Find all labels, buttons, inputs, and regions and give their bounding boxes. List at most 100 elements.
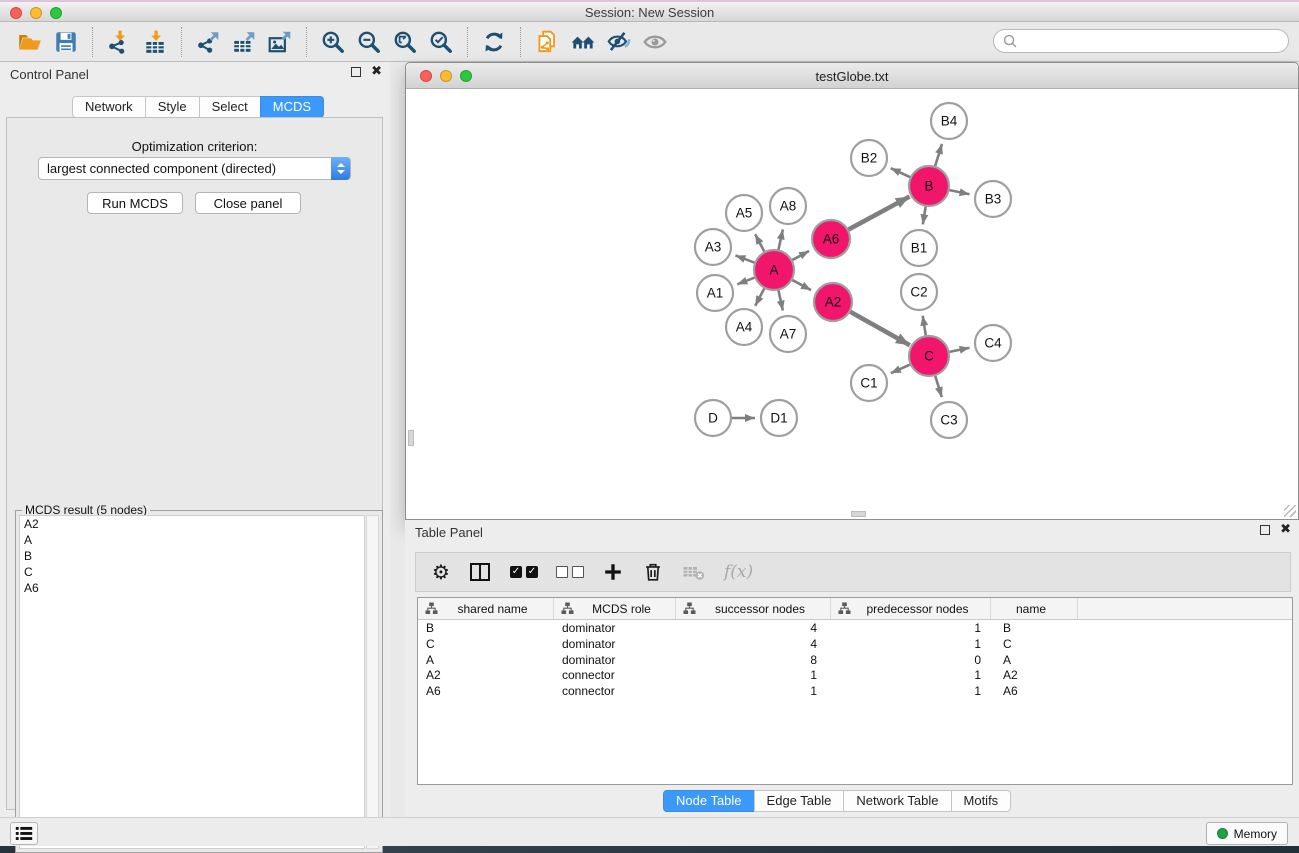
graph-edge-A-A8[interactable] <box>778 229 783 251</box>
graph-node-A6[interactable]: A6 <box>812 220 850 258</box>
duplicate-network-button[interactable] <box>529 26 565 58</box>
export-image-button[interactable] <box>262 26 298 58</box>
tab-node-table[interactable]: Node Table <box>663 790 755 812</box>
graph-edge-A-A1[interactable] <box>737 277 756 284</box>
graph-edge-C-C4[interactable] <box>948 348 970 352</box>
table-settings-button[interactable]: ⚙ <box>432 559 450 585</box>
graph-node-D[interactable]: D <box>695 400 731 436</box>
run-mcds-button[interactable]: Run MCDS <box>87 192 183 214</box>
split-columns-button[interactable] <box>468 559 492 585</box>
home-button[interactable] <box>565 26 601 58</box>
table-row[interactable]: A2connector11A2 <box>418 667 1292 683</box>
import-table-button[interactable] <box>137 26 173 58</box>
graph-node-D1[interactable]: D1 <box>761 400 797 436</box>
graph-node-B3[interactable]: B3 <box>975 181 1011 217</box>
graph-edge-C-C2[interactable] <box>923 316 926 338</box>
select-all-columns-button[interactable]: ✓✓ <box>510 559 538 585</box>
hide-selected-button[interactable] <box>601 26 637 58</box>
graph-edge-A-A7[interactable] <box>778 289 783 311</box>
zoom-out-button[interactable] <box>351 26 387 58</box>
table-row[interactable]: A6connector11A6 <box>418 683 1292 699</box>
graph-edge-B-B3[interactable] <box>948 190 970 194</box>
resize-grip[interactable] <box>1284 505 1296 517</box>
tab-mcds[interactable]: MCDS <box>260 96 324 118</box>
graph-edge-B-B2[interactable] <box>891 168 912 178</box>
graph-edge-A-A3[interactable] <box>735 255 756 263</box>
save-session-button[interactable] <box>48 26 84 58</box>
criterion-dropdown[interactable]: largest connected component (directed) <box>38 157 351 180</box>
column-header[interactable]: predecessor nodes <box>831 598 991 619</box>
zoom-in-button[interactable] <box>315 26 351 58</box>
zoom-selected-button[interactable] <box>423 26 459 58</box>
graph-node-A1[interactable]: A1 <box>697 275 733 311</box>
search-field[interactable] <box>993 29 1289 53</box>
graph-edge-A-A4[interactable] <box>755 287 765 306</box>
table-row[interactable]: Bdominator41B <box>418 620 1292 636</box>
graph-node-A3[interactable]: A3 <box>695 229 731 265</box>
network-canvas[interactable]: A A1 A2 A3 A4 A5 A6 A7 A8 B B1 B2 B3 B4 C C1 C2 C3 C4 D D1 <box>407 89 1297 518</box>
graph-node-B[interactable]: B <box>909 166 949 206</box>
export-network-button[interactable] <box>190 26 226 58</box>
graph-node-A5[interactable]: A5 <box>726 195 762 231</box>
graph-edge-A-A6[interactable] <box>791 251 809 261</box>
column-header[interactable]: MCDS role <box>554 598 676 619</box>
tab-style[interactable]: Style <box>145 96 200 118</box>
float-panel-icon[interactable] <box>351 67 361 77</box>
close-panel-icon[interactable]: ✖ <box>371 66 382 78</box>
column-header[interactable]: successor nodes <box>676 598 831 619</box>
table-row[interactable]: Cdominator41C <box>418 636 1292 652</box>
show-all-button[interactable] <box>637 26 673 58</box>
graph-node-B4[interactable]: B4 <box>931 103 967 139</box>
graph-node-B2[interactable]: B2 <box>851 140 887 176</box>
tab-network[interactable]: Network <box>72 96 146 118</box>
graph-node-C[interactable]: C <box>909 336 949 376</box>
graph-edge-C-C1[interactable] <box>891 364 912 373</box>
result-item[interactable]: A6 <box>20 580 364 596</box>
memory-button[interactable]: Memory <box>1206 822 1288 845</box>
graph-node-A7[interactable]: A7 <box>770 316 806 352</box>
graph-edge-A-A2[interactable] <box>791 279 811 290</box>
graph-node-C3[interactable]: C3 <box>931 402 967 438</box>
close-panel-button[interactable]: Close panel <box>195 192 301 214</box>
open-session-button[interactable] <box>12 26 48 58</box>
result-item[interactable]: A <box>20 532 364 548</box>
column-header[interactable]: shared name <box>418 598 554 619</box>
vertical-scrollbar-thumb[interactable] <box>408 430 414 446</box>
graph-edge-B-B1[interactable] <box>923 205 926 225</box>
result-item[interactable]: A2 <box>20 516 364 532</box>
deselect-all-columns-button[interactable] <box>556 559 584 585</box>
table-row[interactable]: Adominator80A <box>418 652 1292 668</box>
add-column-button[interactable] <box>602 559 624 585</box>
import-network-button[interactable] <box>101 26 137 58</box>
graph-node-A2[interactable]: A2 <box>814 283 852 321</box>
result-item[interactable]: C <box>20 564 364 580</box>
graph-node-C2[interactable]: C2 <box>901 274 937 310</box>
graph-edge-A6-B[interactable] <box>847 196 910 230</box>
task-history-button[interactable] <box>10 822 38 845</box>
result-scrollbar[interactable] <box>366 515 379 849</box>
export-table-button[interactable] <box>226 26 262 58</box>
graph-edge-A-A5[interactable] <box>755 234 765 253</box>
tab-network-table[interactable]: Network Table <box>843 790 951 812</box>
result-item[interactable]: B <box>20 548 364 564</box>
tab-motifs[interactable]: Motifs <box>951 790 1012 812</box>
graph-node-C4[interactable]: C4 <box>975 325 1011 361</box>
column-header[interactable]: name <box>991 598 1078 619</box>
graph-node-A[interactable]: A <box>754 250 794 290</box>
tab-edge-table[interactable]: Edge Table <box>754 790 845 812</box>
graph-node-A4[interactable]: A4 <box>726 309 762 345</box>
graph-node-A8[interactable]: A8 <box>770 188 806 224</box>
delete-column-button[interactable] <box>642 559 664 585</box>
zoom-fit-button[interactable] <box>387 26 423 58</box>
tab-select[interactable]: Select <box>199 96 261 118</box>
search-input[interactable] <box>1018 34 1288 48</box>
close-panel-icon[interactable]: ✖ <box>1280 524 1291 536</box>
float-panel-icon[interactable] <box>1260 525 1270 535</box>
graph-edge-B-B4[interactable] <box>935 144 942 168</box>
graph-node-C1[interactable]: C1 <box>851 365 887 401</box>
graph-edge-C-C3[interactable] <box>935 374 942 397</box>
graph-node-B1[interactable]: B1 <box>901 230 937 266</box>
refresh-button[interactable] <box>476 26 512 58</box>
horizontal-scrollbar-thumb[interactable] <box>851 511 866 517</box>
graph-edge-A2-C[interactable] <box>849 311 910 345</box>
